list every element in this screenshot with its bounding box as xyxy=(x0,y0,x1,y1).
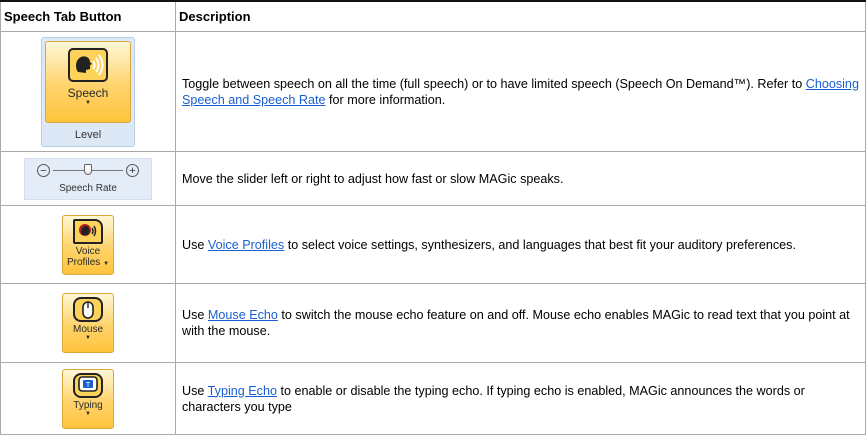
slider-thumb[interactable] xyxy=(84,163,92,175)
description-text: Use xyxy=(182,308,208,322)
table-row: Mouse ▼ Use Mouse Echo to switch the mou… xyxy=(0,283,866,363)
dropdown-arrow-icon: ▼ xyxy=(103,260,110,267)
table-row: Speech ▼ Level Toggle between speech on … xyxy=(0,31,866,152)
mouse-icon xyxy=(73,297,103,322)
description-text: Use xyxy=(182,237,208,252)
decrease-rate-icon[interactable]: − xyxy=(37,163,50,177)
description-cell: Toggle between speech on all the time (f… xyxy=(175,31,866,152)
mouse-echo-label: Mouse xyxy=(72,324,103,335)
voice-profiles-label-line2: Profiles xyxy=(66,256,101,268)
description-text: Use xyxy=(182,383,208,398)
description-text: to switch the mouse echo feature on and … xyxy=(182,308,850,338)
column-header-button: Speech Tab Button xyxy=(0,0,176,32)
dropdown-arrow-icon: ▼ xyxy=(85,99,91,106)
typing-echo-button[interactable]: T Typing ▼ xyxy=(62,368,114,429)
table-header-row: Speech Tab Button Description xyxy=(0,0,866,32)
typing-echo-label: Typing xyxy=(73,399,103,411)
slider-track[interactable] xyxy=(53,163,123,175)
typing-echo-link[interactable]: Typing Echo xyxy=(208,384,277,398)
description-cell: Use Mouse Echo to switch the mouse echo … xyxy=(175,283,866,363)
button-cell: − + Speech Rate xyxy=(0,151,176,206)
mouse-echo-link[interactable]: Mouse Echo xyxy=(208,308,278,322)
voice-profiles-label-line1: Voice xyxy=(75,245,101,257)
description-cell: Move the slider left or right to adjust … xyxy=(175,151,866,206)
speech-rate-label: Speech Rate xyxy=(59,182,117,194)
button-cell: Speech ▼ Level xyxy=(0,31,176,152)
voice-profiles-link[interactable]: Voice Profiles xyxy=(208,238,284,252)
dropdown-arrow-icon: ▼ xyxy=(85,335,91,341)
speech-head-icon xyxy=(68,47,108,82)
button-cell: Mouse ▼ xyxy=(0,283,176,363)
speech-level-label: Level xyxy=(74,128,102,141)
description-cell: Use Typing Echo to enable or disable the… xyxy=(175,362,866,435)
mouse-echo-button[interactable]: Mouse ▼ xyxy=(62,293,114,353)
description-text: to select voice settings, synthesizers, … xyxy=(284,237,796,252)
column-header-description: Description xyxy=(175,0,866,32)
increase-rate-icon[interactable]: + xyxy=(126,163,139,177)
voice-profiles-button[interactable]: Voice Profiles ▼ xyxy=(62,214,114,275)
button-cell: Voice Profiles ▼ xyxy=(0,205,176,284)
button-cell: T Typing ▼ xyxy=(0,362,176,435)
voice-profiles-icon xyxy=(73,218,103,244)
table-row: − + Speech Rate Move the slider left or … xyxy=(0,151,866,206)
speech-rate-slider[interactable]: − + Speech Rate xyxy=(24,157,152,200)
description-text: Toggle between speech on all the time (f… xyxy=(182,76,806,91)
speech-level-group[interactable]: Speech ▼ Level xyxy=(41,36,135,147)
dropdown-arrow-icon: ▼ xyxy=(85,410,91,417)
description-text: for more information. xyxy=(325,92,446,107)
table-row: Voice Profiles ▼ Use Voice Profiles to s… xyxy=(0,205,866,284)
speech-button-label: Speech xyxy=(67,85,109,100)
table-row: T Typing ▼ Use Typing Echo to enable or … xyxy=(0,362,866,435)
speech-button[interactable]: Speech ▼ xyxy=(45,40,131,123)
description-cell: Use Voice Profiles to select voice setti… xyxy=(175,205,866,284)
typing-icon: T xyxy=(73,372,103,398)
svg-text:T: T xyxy=(86,382,91,389)
speech-tab-table: Speech Tab Button Description Speech ▼ L… xyxy=(0,0,866,435)
